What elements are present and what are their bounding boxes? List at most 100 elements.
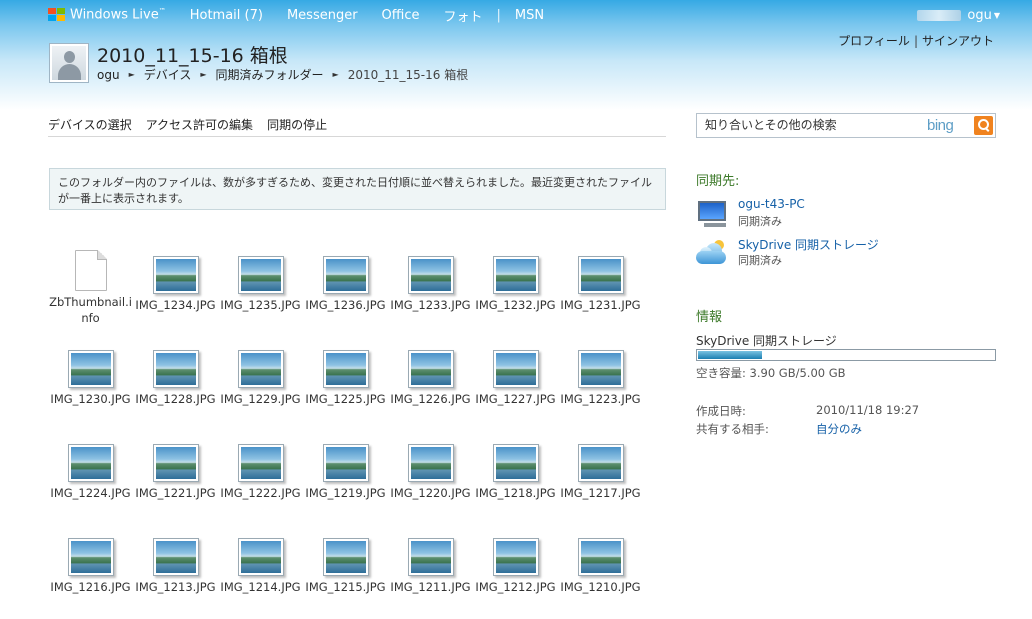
folder-owner-avatar[interactable] bbox=[49, 43, 89, 83]
nav-msn[interactable]: MSN bbox=[515, 8, 544, 23]
file-name: IMG_1218.JPG bbox=[475, 486, 556, 500]
blurred-user-fullname bbox=[917, 10, 962, 21]
image-thumbnail-icon bbox=[322, 350, 369, 388]
file-tile[interactable]: IMG_1231.JPG bbox=[558, 250, 643, 313]
image-thumbnail-icon bbox=[407, 538, 454, 576]
file-tile[interactable]: IMG_1213.JPG bbox=[133, 532, 218, 595]
edit-permissions-link[interactable]: アクセス許可の編集 bbox=[146, 116, 253, 136]
image-thumbnail-icon bbox=[67, 538, 114, 576]
sync-target-name[interactable]: SkyDrive 同期ストレージ bbox=[738, 236, 879, 253]
file-name: IMG_1219.JPG bbox=[305, 486, 386, 500]
image-thumbnail-icon bbox=[577, 538, 624, 576]
file-tile[interactable]: IMG_1224.JPG bbox=[48, 438, 133, 501]
dropdown-caret-icon: ▼ bbox=[993, 11, 1000, 20]
file-tile[interactable]: IMG_1210.JPG bbox=[558, 532, 643, 595]
file-tile[interactable]: IMG_1220.JPG bbox=[388, 438, 473, 501]
search-button[interactable] bbox=[974, 116, 993, 135]
file-tile[interactable]: IMG_1214.JPG bbox=[218, 532, 303, 595]
shared-value-link[interactable]: 自分のみ bbox=[816, 421, 862, 437]
sync-target-status: 同期済み bbox=[738, 215, 782, 228]
file-tile[interactable]: IMG_1211.JPG bbox=[388, 532, 473, 595]
file-name: IMG_1230.JPG bbox=[50, 392, 131, 406]
file-tile[interactable]: IMG_1215.JPG bbox=[303, 532, 388, 595]
file-tile[interactable]: IMG_1228.JPG bbox=[133, 344, 218, 407]
windows-live-logo[interactable]: Windows Live™ bbox=[48, 7, 166, 23]
bing-logo: bing bbox=[927, 117, 954, 134]
file-name: IMG_1236.JPG bbox=[305, 298, 386, 312]
file-name: IMG_1231.JPG bbox=[560, 298, 641, 312]
search-box: bing bbox=[696, 113, 996, 138]
signout-link[interactable]: サインアウト bbox=[922, 34, 994, 48]
image-thumbnail-icon bbox=[492, 538, 539, 576]
file-tile[interactable]: IMG_1233.JPG bbox=[388, 250, 473, 313]
file-name: IMG_1227.JPG bbox=[475, 392, 556, 406]
breadcrumb-devices[interactable]: デバイス bbox=[144, 66, 192, 83]
sync-target-pc: ogu-t43-PC 同期済み bbox=[696, 197, 996, 231]
image-thumbnail-icon bbox=[492, 350, 539, 388]
image-thumbnail-icon bbox=[322, 256, 369, 294]
file-tile[interactable]: IMG_1219.JPG bbox=[303, 438, 388, 501]
breadcrumb-user[interactable]: ogu bbox=[97, 68, 120, 82]
file-tile[interactable]: IMG_1236.JPG bbox=[303, 250, 388, 313]
file-tile[interactable]: ZbThumbnail.info bbox=[48, 250, 133, 326]
image-thumbnail-icon bbox=[407, 256, 454, 294]
image-thumbnail-icon bbox=[237, 444, 284, 482]
image-thumbnail-icon bbox=[407, 350, 454, 388]
search-input[interactable] bbox=[705, 118, 915, 132]
file-name: IMG_1225.JPG bbox=[305, 392, 386, 406]
file-tile[interactable]: IMG_1225.JPG bbox=[303, 344, 388, 407]
file-tile[interactable]: IMG_1229.JPG bbox=[218, 344, 303, 407]
image-thumbnail-icon bbox=[577, 350, 624, 388]
file-name: IMG_1221.JPG bbox=[135, 486, 216, 500]
stop-sync-link[interactable]: 同期の停止 bbox=[267, 116, 327, 136]
user-menu[interactable]: ogu ▼ bbox=[917, 8, 1000, 23]
nav-messenger[interactable]: Messenger bbox=[287, 8, 358, 23]
file-name: IMG_1223.JPG bbox=[560, 392, 641, 406]
nav-photos[interactable]: フォト bbox=[444, 6, 483, 25]
storage-usage-fill bbox=[698, 351, 762, 359]
file-name: IMG_1215.JPG bbox=[305, 580, 386, 594]
breadcrumb-current: 2010_11_15-16 箱根 bbox=[347, 68, 469, 82]
file-name: IMG_1226.JPG bbox=[390, 392, 471, 406]
file-tile[interactable]: IMG_1230.JPG bbox=[48, 344, 133, 407]
top-navigation: Windows Live™ Hotmail (7) Messenger Offi… bbox=[48, 6, 568, 25]
breadcrumb-synced-folders[interactable]: 同期済みフォルダー bbox=[216, 66, 324, 83]
skydrive-cloud-icon bbox=[696, 240, 726, 264]
info-section-title: 情報 bbox=[696, 310, 723, 325]
file-name: IMG_1214.JPG bbox=[220, 580, 301, 594]
file-tile[interactable]: IMG_1223.JPG bbox=[558, 344, 643, 407]
file-name: IMG_1233.JPG bbox=[390, 298, 471, 312]
file-name: IMG_1211.JPG bbox=[390, 580, 471, 594]
file-tile[interactable]: IMG_1216.JPG bbox=[48, 532, 133, 595]
file-name: IMG_1229.JPG bbox=[220, 392, 301, 406]
created-label: 作成日時: bbox=[696, 404, 746, 418]
sync-section-title: 同期先: bbox=[696, 174, 740, 189]
file-tile[interactable]: IMG_1235.JPG bbox=[218, 250, 303, 313]
file-name: IMG_1217.JPG bbox=[560, 486, 641, 500]
breadcrumb-arrow-icon: ► bbox=[128, 70, 135, 79]
file-tile[interactable]: IMG_1234.JPG bbox=[133, 250, 218, 313]
file-tile[interactable]: IMG_1221.JPG bbox=[133, 438, 218, 501]
file-tile[interactable]: IMG_1217.JPG bbox=[558, 438, 643, 501]
file-name: IMG_1216.JPG bbox=[50, 580, 131, 594]
image-thumbnail-icon bbox=[237, 350, 284, 388]
file-tile[interactable]: IMG_1222.JPG bbox=[218, 438, 303, 501]
file-tile[interactable]: IMG_1212.JPG bbox=[473, 532, 558, 595]
file-tile[interactable]: IMG_1232.JPG bbox=[473, 250, 558, 313]
select-device-link[interactable]: デバイスの選択 bbox=[48, 116, 132, 136]
page-title: 2010_11_15-16 箱根 bbox=[97, 45, 288, 67]
logo-text: Windows Live bbox=[70, 7, 159, 23]
nav-office[interactable]: Office bbox=[382, 8, 420, 23]
file-name: IMG_1222.JPG bbox=[220, 486, 301, 500]
profile-link[interactable]: プロフィール bbox=[838, 34, 910, 48]
file-tile[interactable]: IMG_1218.JPG bbox=[473, 438, 558, 501]
sync-target-name[interactable]: ogu-t43-PC bbox=[738, 197, 805, 211]
logo-tm: ™ bbox=[158, 7, 166, 16]
file-tile[interactable]: IMG_1226.JPG bbox=[388, 344, 473, 407]
file-tile[interactable]: IMG_1227.JPG bbox=[473, 344, 558, 407]
sort-notice: このフォルダー内のファイルは、数が多すぎるため、変更された日付順に並べ替えられま… bbox=[49, 168, 666, 210]
nav-hotmail[interactable]: Hotmail (7) bbox=[190, 8, 263, 23]
shared-label: 共有する相手: bbox=[696, 422, 769, 436]
file-name: IMG_1212.JPG bbox=[475, 580, 556, 594]
sync-target-skydrive: SkyDrive 同期ストレージ 同期済み bbox=[696, 236, 996, 270]
